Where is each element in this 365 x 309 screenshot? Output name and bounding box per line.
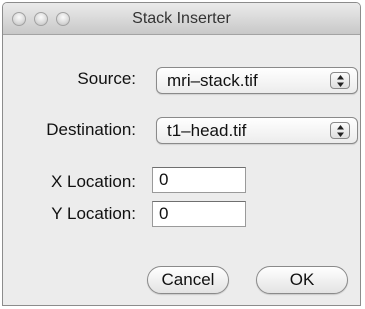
ok-button[interactable]: OK [256, 266, 348, 294]
source-popup[interactable]: mri–stack.tif [156, 67, 358, 94]
y-location-input[interactable]: 0 [152, 201, 246, 227]
destination-popup-value: t1–head.tif [167, 121, 247, 140]
source-label: Source: [77, 69, 136, 88]
source-popup-value: mri–stack.tif [167, 71, 258, 90]
x-location-label: X Location: [50, 172, 136, 191]
dialog-window: Stack Inserter Source: mri–stack.tif Des… [2, 2, 361, 306]
destination-label: Destination: [46, 120, 136, 139]
x-location-input[interactable]: 0 [152, 167, 246, 193]
up-down-arrows-icon [330, 72, 350, 89]
window-title: Stack Inserter [132, 10, 231, 27]
title-bar[interactable]: Stack Inserter [3, 3, 360, 35]
y-location-label: Y Location: [51, 204, 136, 223]
cancel-button[interactable]: Cancel [147, 266, 229, 294]
up-down-arrows-icon [330, 122, 350, 139]
destination-popup[interactable]: t1–head.tif [156, 117, 358, 144]
